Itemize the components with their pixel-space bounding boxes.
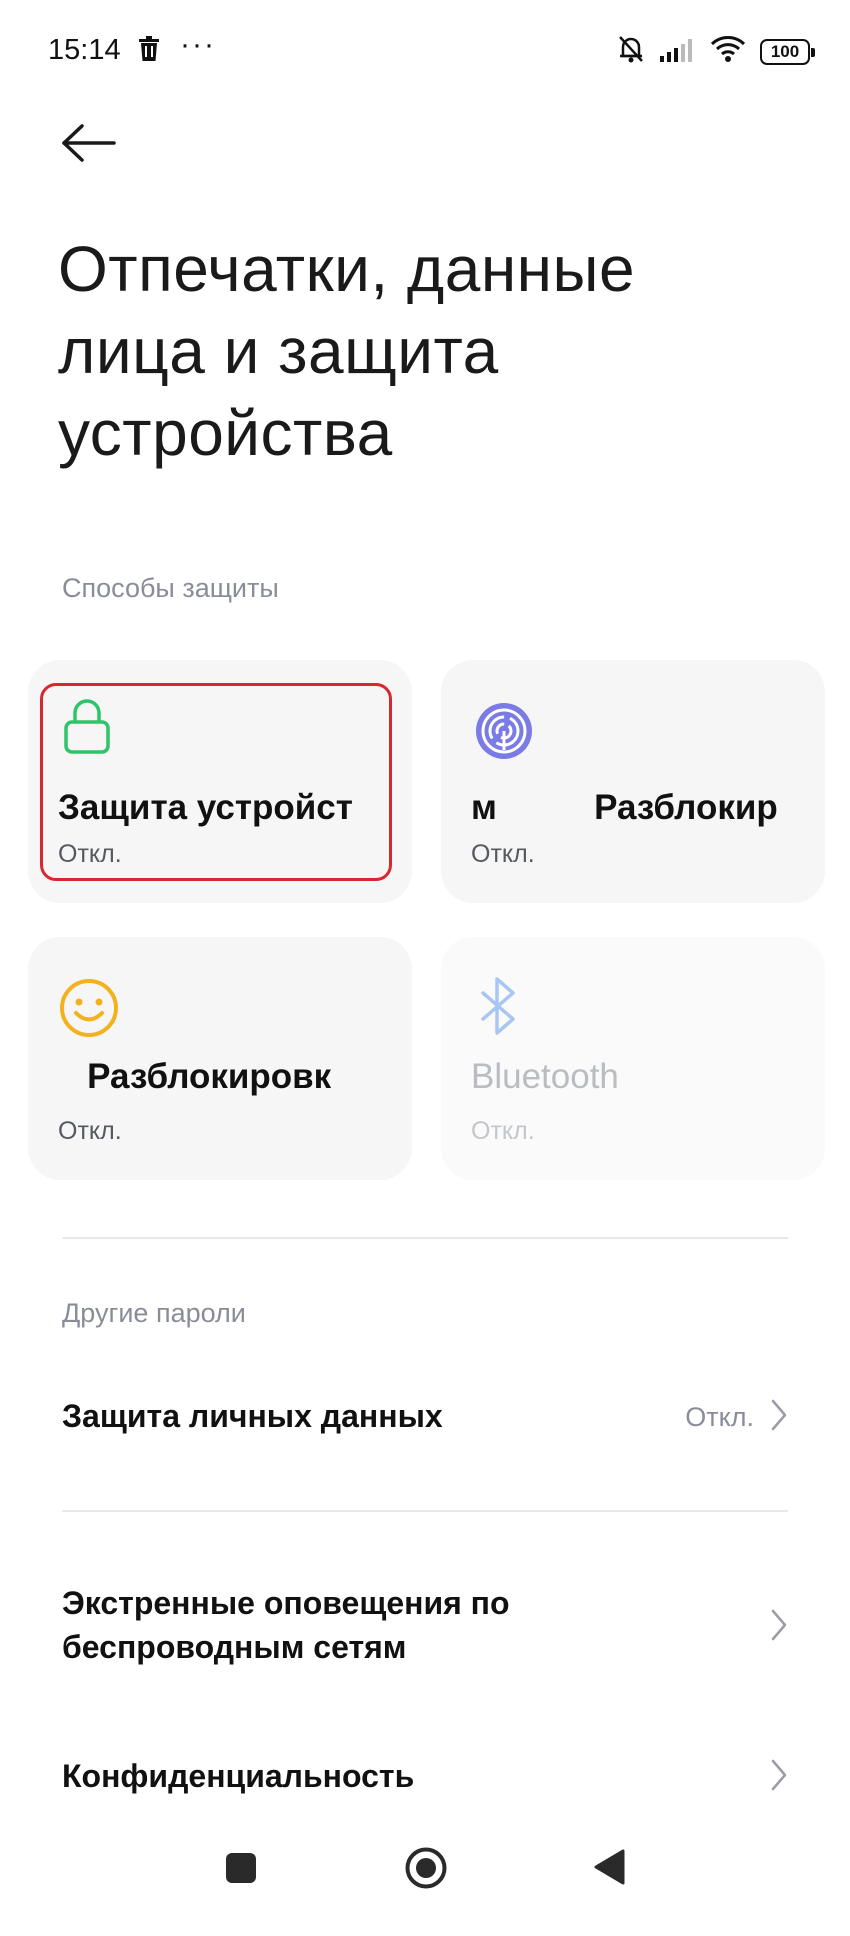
nav-back-button[interactable] — [592, 1848, 626, 1891]
lock-icon — [62, 698, 112, 759]
card-title: м Разблокир — [471, 788, 778, 827]
home-icon — [405, 1847, 447, 1889]
wifi-icon — [710, 35, 746, 68]
card-bluetooth-unlock[interactable]: Bluetooth Откл. — [441, 937, 825, 1180]
status-time: 15:14 — [48, 34, 121, 66]
section-label-other-passwords: Другие пароли — [62, 1298, 246, 1328]
card-title: Разблокировк — [58, 1057, 332, 1096]
fingerprint-icon — [473, 700, 535, 767]
page-title: Отпечатки, данные лица и защита устройст… — [58, 233, 636, 469]
signal-icon — [660, 36, 696, 67]
card-title: Защита устройст — [58, 788, 353, 827]
home-button[interactable] — [404, 1846, 448, 1890]
battery-indicator: 100 — [760, 38, 815, 65]
bluetooth-icon — [477, 977, 521, 1040]
chevron-right-icon — [770, 1398, 788, 1437]
row-value: Откл. — [685, 1402, 754, 1432]
chevron-right-icon — [770, 1758, 788, 1797]
trash-icon — [138, 36, 160, 67]
arrow-left-icon — [62, 124, 116, 162]
recent-apps-button[interactable] — [226, 1853, 256, 1883]
face-icon — [58, 977, 120, 1044]
card-face-unlock[interactable]: Разблокировк Откл. — [28, 937, 412, 1180]
chevron-right-icon — [770, 1608, 788, 1647]
row-label: Защита личных данных — [62, 1398, 443, 1434]
card-value: Откл. — [58, 1117, 122, 1145]
card-device-protection[interactable]: Защита устройст Откл. — [28, 660, 412, 903]
card-value: Откл. — [471, 840, 535, 868]
card-title: Bluetooth — [471, 1057, 619, 1096]
muted-bell-icon — [616, 34, 646, 69]
row-confidentiality[interactable]: Конфиденциальность — [0, 1740, 850, 1814]
card-value: Откл. — [471, 1117, 535, 1145]
status-bar: 15:14 ··· 100 — [0, 0, 850, 104]
row-label: Экстренные оповещения по беспроводным се… — [62, 1585, 510, 1665]
divider — [62, 1237, 788, 1239]
triangle-back-icon — [594, 1849, 625, 1885]
back-button[interactable] — [58, 118, 118, 168]
row-emergency-alerts[interactable]: Экстренные оповещения по беспроводным се… — [0, 1570, 850, 1680]
row-label: Конфиденциальность — [62, 1758, 415, 1794]
row-privacy-protection[interactable]: Защита личных данных Откл. — [0, 1380, 850, 1454]
section-label-protection: Способы защиты — [62, 573, 279, 603]
card-fingerprint-unlock[interactable]: м Разблокир Откл. — [441, 660, 825, 903]
navigation-bar — [0, 1826, 850, 1936]
divider — [62, 1510, 788, 1512]
card-value: Откл. — [58, 840, 122, 868]
status-indicators: 100 — [616, 34, 815, 69]
more-notifications-icon: ··· — [180, 28, 216, 61]
